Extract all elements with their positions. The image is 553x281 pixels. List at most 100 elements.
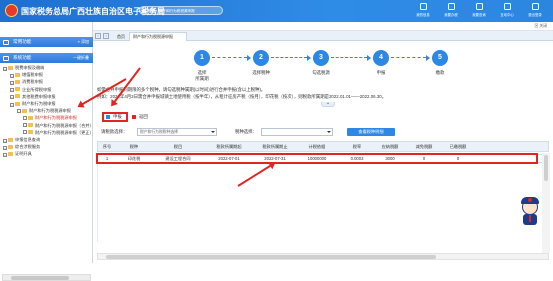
nav-do-tax[interactable]: 我要办税 [440,2,462,20]
sidebar-item[interactable]: 财产和行为税税源申报（合并） [23,123,94,129]
add-common-button[interactable]: » 添加 [78,37,89,47]
nav-interaction[interactable]: 互动中心 [496,2,518,20]
tax-type-select[interactable] [261,128,333,136]
common-functions-bar[interactable]: 常用功能 » 添加 [0,37,93,47]
sidebar-item[interactable]: − 证明开具 [3,151,32,157]
nav-logout[interactable]: 退出登录 [524,2,546,20]
table-row[interactable]: 1 印花税 建设工程合同 2022-07-01 2022-07-31 10000000 0.… [97,154,549,163]
tool-strip: ⊠ 关闭 [93,22,553,31]
back-button[interactable]: 返回 [131,112,155,121]
search-input[interactable]: 搜索：财产和行为税税源申报 [139,6,223,15]
step-5-circle: 5 [432,50,448,66]
column-header[interactable]: 税种 [122,142,146,151]
query-icon [475,3,483,10]
step-4-label: 申报 [376,70,386,75]
sidebar-item[interactable]: − 财产和行为税申报 [10,101,56,107]
expand-toggle-icon[interactable]: − [10,95,14,100]
column-header[interactable]: 序号 [98,142,116,151]
sidebar-item-label: 财产和行为税税源申报（更正） [35,129,94,135]
table-cell: 建设工程合同 [165,156,191,161]
tab-tax-source-declare[interactable]: 财产和行为税税源申报 [129,32,187,41]
search-placeholder: 搜索：财产和行为税税源申报 [148,9,195,13]
folder-icon [15,72,20,77]
instruction-text: 如需合并申报同期限的多个税种，请勾选税种属期(以时间)进行合并申报(含以上税种)… [93,87,553,103]
chevron-down-icon [327,131,331,133]
step-2-circle: 2 [253,50,269,66]
folder-icon [15,94,20,99]
tab-scroll-left-icon[interactable]: ‹ [95,33,101,39]
table-vertical-scrollbar[interactable] [542,153,550,253]
folder-icon [22,108,27,113]
column-header[interactable]: 已缴税额 [443,142,473,151]
step-2-label: 选择税种 [252,70,270,75]
step-arrow-icon [367,54,371,61]
sidebar-item[interactable]: 财产和行为税税源申报（更正） [23,130,94,136]
column-header[interactable]: 应纳税额 [375,142,405,151]
tab-scroll-right-icon[interactable]: › [103,33,109,39]
tab-home[interactable]: 首页 [114,32,128,41]
expand-toggle-icon[interactable]: − [10,102,14,107]
declare-icon [106,115,110,119]
collapse-handle[interactable]: ▲ [321,102,335,107]
column-header[interactable]: 减免税额 [409,142,439,151]
sidebar-item[interactable]: 财产和行为税税源申报 [17,108,71,114]
search-icon [142,8,146,13]
sidebar-item[interactable]: − 增值税申报 [10,72,43,78]
sidebar-scrollbar[interactable] [2,274,91,281]
filter-label-tax-type: 税种选择： [235,129,257,134]
view-tax-details-button[interactable]: 查看税种明细 [347,128,395,136]
system-functions-bar[interactable]: 系统功能 一键折叠 [0,53,93,63]
back-icon [132,114,136,119]
column-header[interactable]: 税率 [342,142,372,151]
nav-query[interactable]: 我要查询 [468,2,490,20]
collapse-all-button[interactable]: 一键折叠 [73,53,89,63]
leaf-icon[interactable] [23,123,27,128]
sidebar-item[interactable]: − 企业所得税申报 [10,87,51,93]
expand-toggle-icon[interactable]: − [3,138,7,143]
column-header[interactable]: 计税依据 [297,142,337,151]
step-connector [391,57,426,58]
folder-icon [8,151,13,156]
expand-toggle-icon[interactable]: − [3,152,7,157]
leaf-icon[interactable] [23,130,27,135]
folder-icon [15,101,20,106]
step-arrow-icon [247,54,251,61]
column-header[interactable]: 税款所属期起 [209,142,249,151]
declare-button[interactable]: 申报 [102,112,128,122]
folder-icon [15,79,20,84]
table-cell: 2022-07-01 [218,156,240,161]
folder-icon [8,65,13,70]
expand-toggle-icon[interactable]: − [3,145,7,150]
chevron-down-icon [211,131,215,133]
expand-toggle-icon[interactable]: − [3,66,7,71]
sidebar-item-label: 增值税申报 [22,72,43,78]
sidebar-item[interactable]: − 税费申报及缴纳 [3,65,44,71]
leaf-icon[interactable] [17,108,21,113]
period-select[interactable]: 财产和行为税税种选择 [137,128,217,136]
sidebar-item[interactable]: 财产和行为税税源申报 [23,115,77,121]
sidebar-item-label: 企业所得税申报 [22,86,52,92]
expand-toggle-icon[interactable]: − [10,88,14,93]
assistant-mascot-icon[interactable] [519,197,541,227]
sidebar-item[interactable]: − 综合涉税服务 [3,144,40,150]
sidebar: 常用功能 » 添加 系统功能 一键折叠 − 税费申报及缴纳 − 增值税申报 − 消费税申报… [0,22,94,281]
expand-toggle-icon[interactable]: − [10,80,14,85]
expand-toggle-icon[interactable]: − [10,73,14,78]
column-header[interactable]: 税目 [154,142,202,151]
step-3-label: 勾选税源 [312,70,330,75]
action-bar: 申报 返回 [93,108,553,124]
sidebar-item-label: 消费税申报 [22,79,43,85]
sidebar-item-label: 申报信息查询 [15,137,41,142]
folder-icon [28,130,33,135]
sidebar-item[interactable]: − 申报信息查询 [3,137,40,143]
close-button[interactable]: ⊠ 关闭 [535,24,547,29]
sidebar-item-label: 其他税费申报申报 [22,93,56,99]
step-connector [331,57,367,58]
sidebar-item[interactable]: − 其他税费申报申报 [10,94,56,100]
table-cell: 10000000 [307,156,327,161]
table-horizontal-scrollbar[interactable] [97,253,549,260]
nav-my-info[interactable]: 我的信息 [412,2,434,20]
column-header[interactable]: 税款所属期止 [255,142,295,151]
sidebar-item[interactable]: − 消费税申报 [10,79,43,85]
leaf-icon[interactable] [23,115,27,120]
